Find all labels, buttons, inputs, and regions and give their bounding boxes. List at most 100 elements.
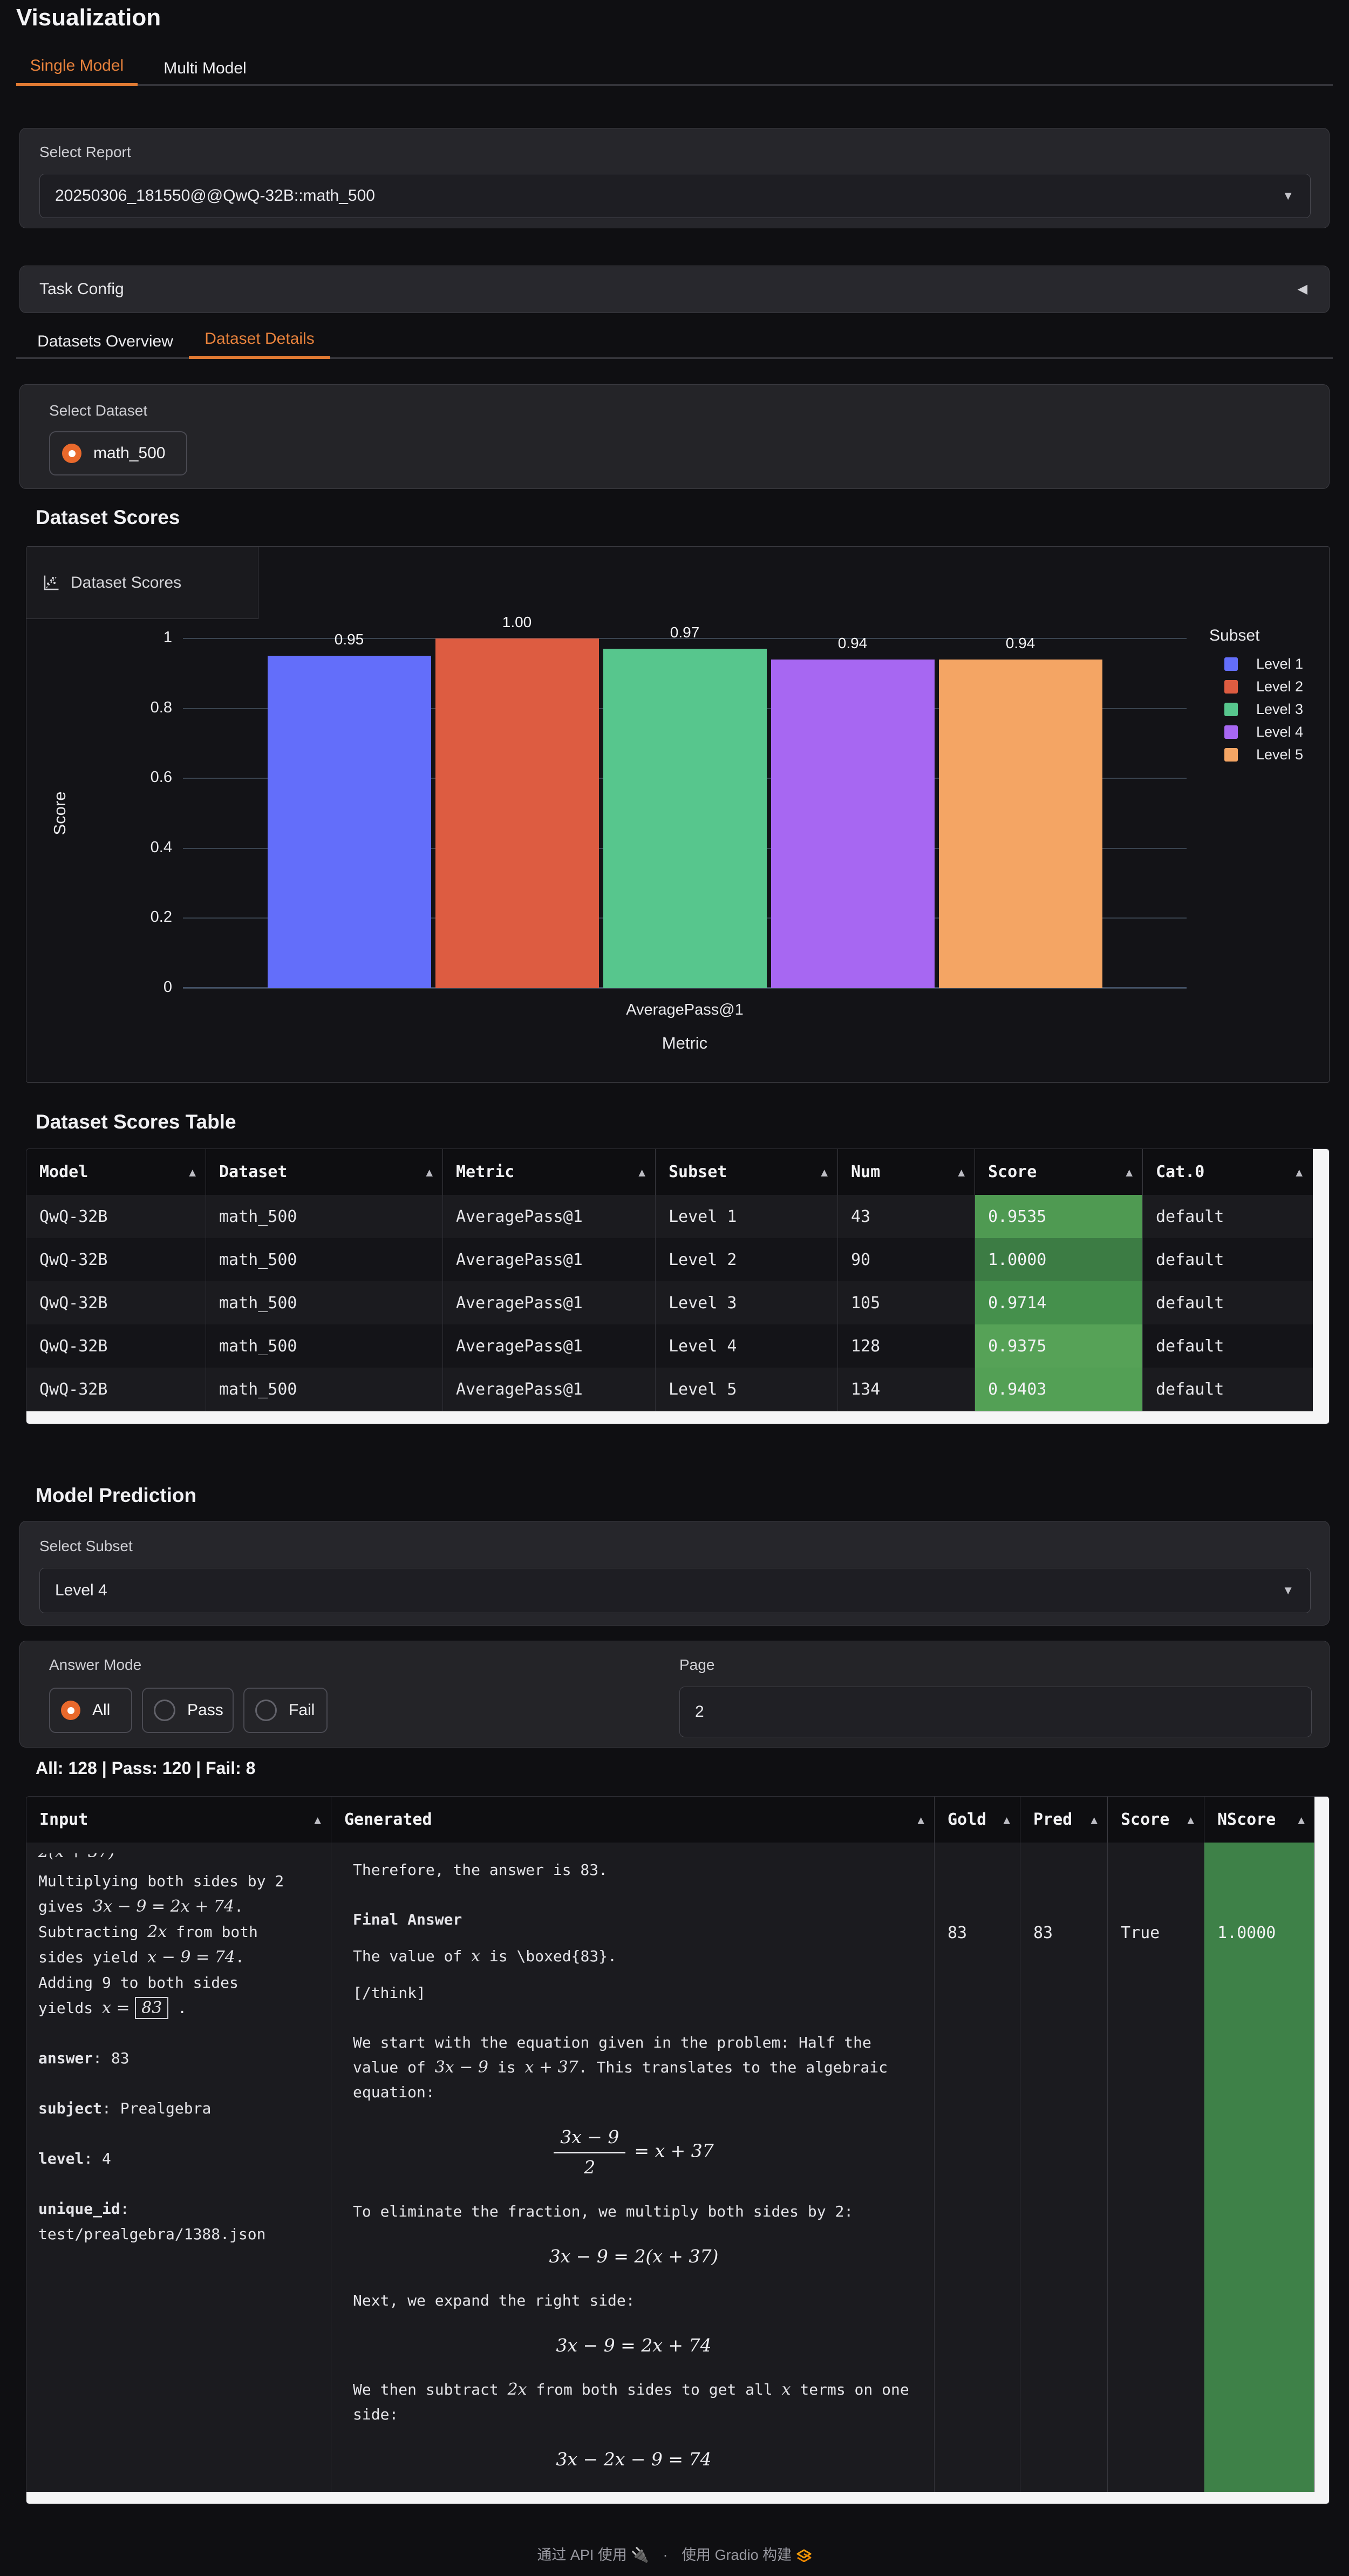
cell-cat[interactable]: default [1143,1324,1312,1368]
cell-cat[interactable]: default [1143,1238,1312,1281]
legend-entry-level-4[interactable]: Level 4 [1224,721,1303,743]
col-header-score[interactable]: Score▲ [1108,1797,1204,1843]
cell-model[interactable]: QwQ-32B [26,1324,206,1368]
cell-num[interactable]: 105 [838,1281,975,1324]
sort-asc-icon[interactable]: ▲ [426,1166,433,1179]
vertical-scrollbar[interactable] [1313,1149,1329,1411]
legend-entry-level-3[interactable]: Level 3 [1224,698,1303,721]
radio-pass[interactable]: Pass [142,1688,234,1733]
cell-score[interactable]: True [1108,1843,1204,2492]
cell-score[interactable]: 0.9535 [975,1195,1143,1238]
bar-level-5[interactable] [939,660,1102,988]
dataset-radio-math-500[interactable]: math_500 [49,431,187,475]
radio-selected-icon[interactable] [61,1701,80,1720]
cell-subset[interactable]: Level 2 [656,1238,838,1281]
cell-input[interactable]: 2(x + 37) Multiplying both sides by 2giv… [26,1843,331,2492]
built-with-gradio-link[interactable]: 使用 Gradio 构建 [682,2547,792,2563]
cell-metric[interactable]: AveragePass@1 [443,1281,656,1324]
cell-metric[interactable]: AveragePass@1 [443,1195,656,1238]
report-dropdown[interactable]: 20250306_181550@@QwQ-32B::math_500 ▼ [39,174,1311,218]
col-header-subset[interactable]: Subset▲ [656,1149,838,1195]
cell-num[interactable]: 134 [838,1368,975,1411]
sort-asc-icon[interactable]: ▲ [314,1813,321,1826]
cell-model[interactable]: QwQ-32B [26,1195,206,1238]
legend-entry-level-1[interactable]: Level 1 [1224,653,1303,675]
cell-cat[interactable]: default [1143,1281,1312,1324]
cell-subset[interactable]: Level 1 [656,1195,838,1238]
legend-entry-level-2[interactable]: Level 2 [1224,675,1303,698]
sort-asc-icon[interactable]: ▲ [1091,1813,1098,1826]
col-header-gold[interactable]: Gold▲ [935,1797,1020,1843]
sort-asc-icon[interactable]: ▲ [189,1166,196,1179]
col-header-input[interactable]: Input▲ [26,1797,331,1843]
col-header-nscore[interactable]: NScore▲ [1204,1797,1314,1843]
chevron-down-icon[interactable]: ▼ [1282,1583,1294,1598]
col-header-model[interactable]: Model▲ [26,1149,206,1195]
radio-unselected-icon[interactable] [255,1700,277,1721]
vertical-scrollbar[interactable] [1314,1797,1329,2492]
col-header-generated[interactable]: Generated▲ [331,1797,935,1843]
bar-level-2[interactable] [435,638,599,988]
radio-all[interactable]: All [49,1688,132,1733]
horizontal-scrollbar[interactable] [26,1411,1329,1424]
radio-selected-icon[interactable] [62,444,81,463]
cell-model[interactable]: QwQ-32B [26,1368,206,1411]
use-api-link[interactable]: 通过 API 使用 [537,2547,627,2563]
sort-asc-icon[interactable]: ▲ [1296,1166,1303,1179]
sort-asc-icon[interactable]: ▲ [1003,1813,1010,1826]
legend-entry-level-5[interactable]: Level 5 [1224,743,1303,766]
cell-subset[interactable]: Level 4 [656,1324,838,1368]
tab-multi-model[interactable]: Multi Model [154,51,256,86]
cell-model[interactable]: QwQ-32B [26,1238,206,1281]
cell-dataset[interactable]: math_500 [206,1324,443,1368]
page-input[interactable]: 2 [679,1687,1312,1737]
cell-dataset[interactable]: math_500 [206,1238,443,1281]
bar-level-3[interactable] [603,649,767,988]
cell-score[interactable]: 0.9714 [975,1281,1143,1324]
radio-unselected-icon[interactable] [154,1700,175,1721]
bar-level-1[interactable] [268,656,431,988]
tab-dataset-details[interactable]: Dataset Details [189,322,330,359]
radio-fail[interactable]: Fail [243,1688,328,1733]
cell-nscore[interactable]: 1.0000 [1204,1843,1314,2492]
cell-score[interactable]: 0.9403 [975,1368,1143,1411]
sort-asc-icon[interactable]: ▲ [917,1813,924,1826]
cell-num[interactable]: 43 [838,1195,975,1238]
accordion-collapse-icon[interactable]: ◀ [1298,281,1307,297]
cell-metric[interactable]: AveragePass@1 [443,1324,656,1368]
col-header-num[interactable]: Num▲ [838,1149,975,1195]
col-header-metric[interactable]: Metric▲ [443,1149,656,1195]
subset-dropdown[interactable]: Level 4 ▼ [39,1568,1311,1613]
sort-asc-icon[interactable]: ▲ [1187,1813,1194,1826]
col-header-pred[interactable]: Pred▲ [1020,1797,1108,1843]
cell-dataset[interactable]: math_500 [206,1368,443,1411]
task-config-accordion[interactable]: Task Config ◀ [19,266,1330,313]
cell-metric[interactable]: AveragePass@1 [443,1238,656,1281]
tab-single-model[interactable]: Single Model [16,49,138,86]
tab-datasets-overview[interactable]: Datasets Overview [22,324,189,359]
cell-cat[interactable]: default [1143,1368,1312,1411]
cell-cat[interactable]: default [1143,1195,1312,1238]
cell-model[interactable]: QwQ-32B [26,1281,206,1324]
cell-num[interactable]: 90 [838,1238,975,1281]
col-header-score[interactable]: Score▲ [975,1149,1143,1195]
sort-asc-icon[interactable]: ▲ [638,1166,645,1179]
cell-subset[interactable]: Level 3 [656,1281,838,1324]
cell-gold[interactable]: 83 [935,1843,1020,2492]
cell-dataset[interactable]: math_500 [206,1195,443,1238]
cell-score[interactable]: 1.0000 [975,1238,1143,1281]
horizontal-scrollbar[interactable] [26,2492,1329,2504]
cell-metric[interactable]: AveragePass@1 [443,1368,656,1411]
sort-asc-icon[interactable]: ▲ [958,1166,965,1179]
bar-level-4[interactable] [771,660,935,988]
col-header-cat0[interactable]: Cat.0▲ [1143,1149,1312,1195]
cell-score[interactable]: 0.9375 [975,1324,1143,1368]
chevron-down-icon[interactable]: ▼ [1282,189,1294,203]
sort-asc-icon[interactable]: ▲ [1126,1166,1133,1179]
cell-subset[interactable]: Level 5 [656,1368,838,1411]
cell-generated[interactable]: Therefore, the answer is 83.Final Answer… [331,1843,935,2492]
sort-asc-icon[interactable]: ▲ [821,1166,828,1179]
sort-asc-icon[interactable]: ▲ [1298,1813,1305,1826]
cell-dataset[interactable]: math_500 [206,1281,443,1324]
col-header-dataset[interactable]: Dataset▲ [206,1149,443,1195]
